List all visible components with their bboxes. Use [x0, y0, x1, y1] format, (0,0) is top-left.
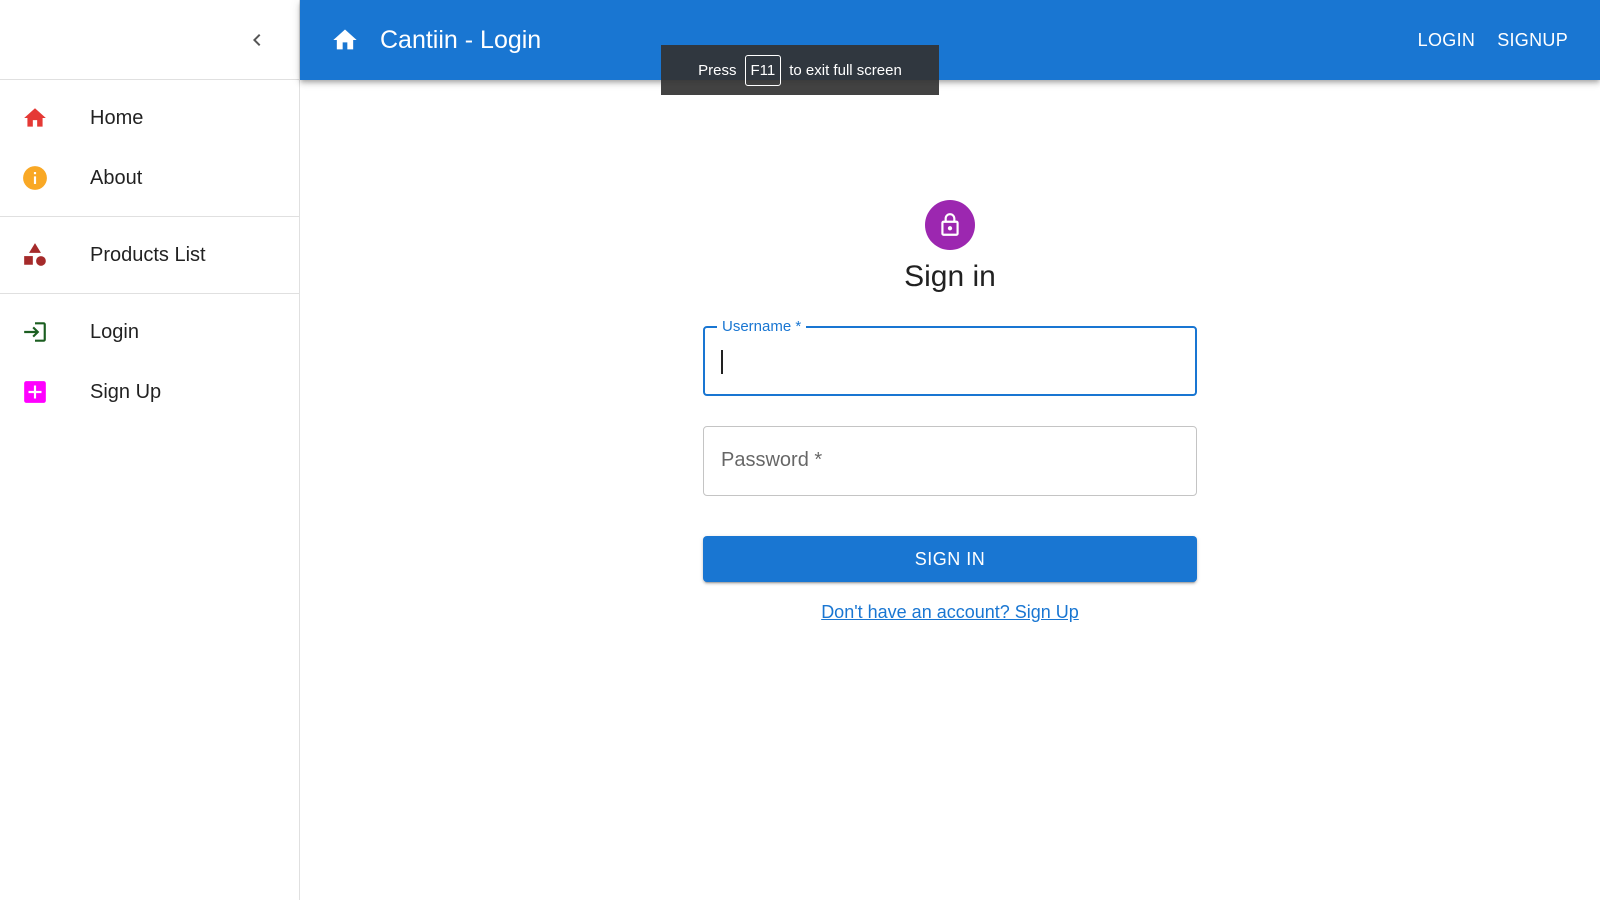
signup-button[interactable]: SIGNUP: [1497, 30, 1568, 51]
sidebar-item-login[interactable]: Login: [0, 302, 299, 362]
text-caret: [721, 350, 723, 374]
sidebar-item-label: About: [90, 166, 143, 189]
signup-link[interactable]: Don't have an account? Sign Up: [821, 602, 1079, 623]
lock-icon: [941, 213, 959, 236]
sidebar-item-label: Login: [90, 320, 139, 343]
login-icon: [22, 319, 48, 345]
fullscreen-notice-suffix: to exit full screen: [789, 61, 902, 79]
signin-form: Sign in Username * Password * SIGN IN Do…: [703, 200, 1197, 623]
collapse-drawer-button[interactable]: [237, 20, 277, 60]
drawer-header: [0, 0, 299, 80]
sidebar-item-home[interactable]: Home: [0, 88, 299, 148]
sidebar-drawer: Home About Products List Login Sign Up: [0, 0, 300, 900]
home-icon: [333, 29, 357, 50]
chevron-left-icon: [253, 33, 261, 46]
username-label: Username *: [717, 318, 807, 335]
sidebar-item-label: Home: [90, 106, 144, 129]
username-input[interactable]: [705, 328, 1195, 394]
password-label: Password *: [721, 449, 823, 471]
password-field[interactable]: Password *: [703, 426, 1197, 496]
sidebar-item-products-list[interactable]: Products List: [0, 225, 299, 285]
header-actions: LOGIN SIGNUP: [1418, 30, 1568, 51]
username-field[interactable]: Username *: [703, 318, 1197, 396]
category-icon: [22, 242, 48, 268]
nav-group-auth: Login Sign Up: [0, 294, 299, 430]
sidebar-item-about[interactable]: About: [0, 148, 299, 208]
add-box-icon: [22, 379, 48, 405]
nav-group-main: Home About: [0, 80, 299, 217]
fullscreen-notice-prefix: Press: [698, 61, 737, 79]
avatar: [925, 200, 975, 250]
home-icon: [22, 105, 48, 131]
nav-group-products: Products List: [0, 217, 299, 294]
sidebar-item-sign-up[interactable]: Sign Up: [0, 362, 299, 422]
sign-in-button[interactable]: SIGN IN: [703, 536, 1197, 582]
app-bar: Cantiin - Login LOGIN SIGNUP: [300, 0, 1600, 80]
signin-heading: Sign in: [904, 260, 996, 293]
info-icon: [22, 165, 48, 191]
sidebar-item-label: Sign Up: [90, 380, 162, 403]
sidebar-item-label: Products List: [90, 243, 206, 266]
main-content: Sign in Username * Password * SIGN IN Do…: [300, 80, 1600, 900]
login-button[interactable]: LOGIN: [1418, 30, 1476, 51]
home-button[interactable]: [330, 25, 360, 55]
page-title: Cantiin - Login: [380, 25, 542, 54]
